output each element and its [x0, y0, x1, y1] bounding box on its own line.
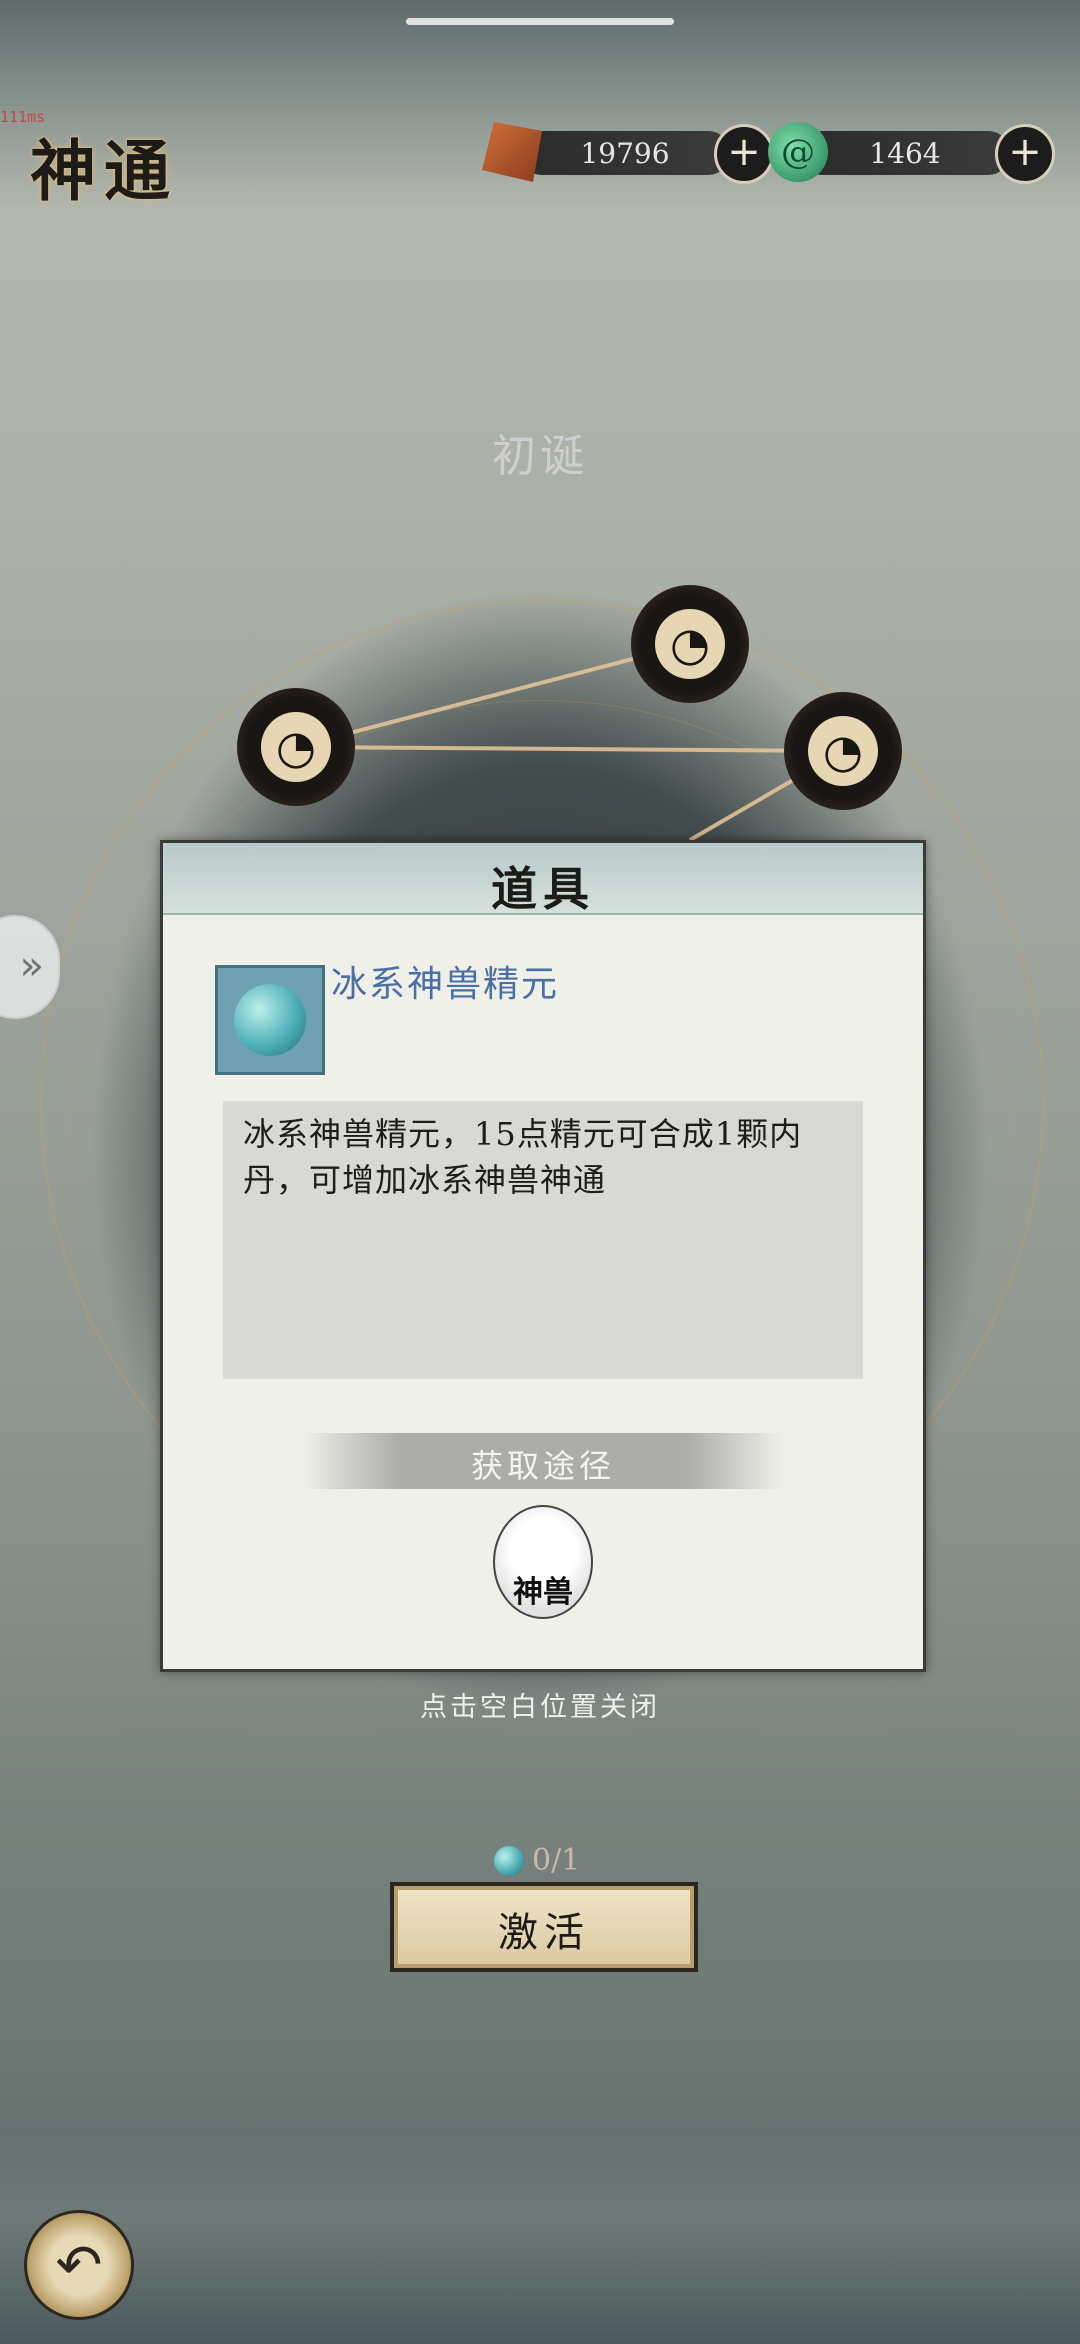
item-name: 冰系神兽精元	[331, 964, 560, 1005]
skill-node[interactable]: ◔	[631, 585, 749, 703]
material-count-text: 0/1	[532, 1843, 581, 1878]
close-hint: 点击空白位置关闭	[420, 1692, 660, 1723]
description-box: 冰系神兽精元，15点精元可合成1颗内丹，可增加冰系神兽神通	[223, 1101, 863, 1379]
popup-title: 道具	[491, 862, 595, 916]
double-chevron-right-icon: »	[19, 943, 44, 989]
divine-beast-source-icon[interactable]: 神兽	[493, 1505, 593, 1619]
back-arrow-icon[interactable]: ↶	[24, 2210, 134, 2320]
swirl-node-icon: ◔	[655, 609, 725, 679]
swirl-node-icon: ◔	[261, 712, 331, 782]
ice-essence-orb-icon	[234, 984, 306, 1056]
skill-node[interactable]: ◔	[237, 688, 355, 806]
activate-button[interactable]: 激活	[390, 1882, 698, 1972]
source-label: 获取途径	[470, 1447, 615, 1485]
skill-node[interactable]: ◔	[784, 692, 902, 810]
ice-essence-small-icon	[494, 1845, 524, 1876]
source-section-bar: 获取途径	[303, 1433, 783, 1489]
item-description: 冰系神兽精元，15点精元可合成1颗内丹，可增加冰系神兽神通	[243, 1115, 803, 1199]
item-icon	[215, 965, 325, 1075]
swirl-node-icon: ◔	[808, 716, 878, 786]
divine-beast-label: 神兽	[513, 1575, 573, 1610]
activate-label: 激活	[498, 1910, 590, 1956]
item-popup: 道具 冰系神兽精元 冰系神兽精元，15点精元可合成1颗内丹，可增加冰系神兽神通 …	[160, 840, 926, 1672]
material-count: 0/1	[494, 1843, 580, 1878]
popup-header: 道具	[163, 843, 923, 916]
